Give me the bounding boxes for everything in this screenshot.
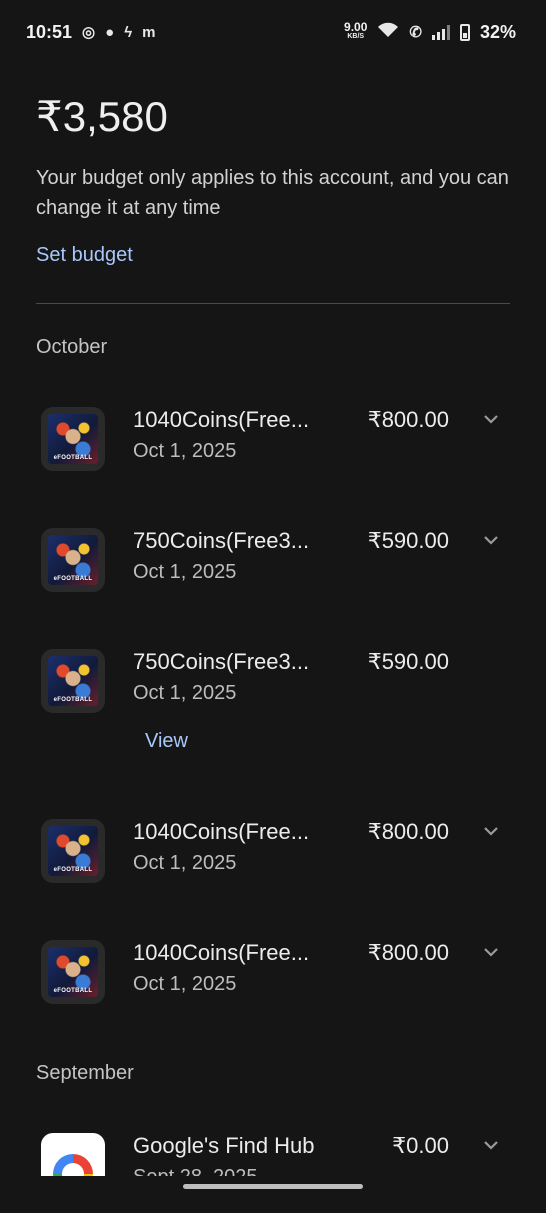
status-bar: 10:51 ◎ ● ϟ m 9.00 KB/S ✆ 32%	[0, 0, 546, 64]
signal-icon	[431, 24, 450, 40]
item-title: Google's Find Hub	[133, 1133, 315, 1158]
view-button[interactable]: View	[145, 730, 188, 753]
item-date: Oct 1, 2025	[133, 852, 237, 874]
item-date: Oct 1, 2025	[133, 682, 237, 704]
app-thumbnail: eFOOTBALL	[41, 407, 105, 471]
purchase-row[interactable]: Google's Find Hub Sept 28, 2025 ₹0.00	[0, 1133, 546, 1213]
item-price: ₹800.00	[367, 940, 449, 965]
call-icon: ✆	[409, 24, 422, 41]
chevron-down-icon[interactable]	[481, 821, 501, 841]
app-thumbnail: eFOOTBALL	[41, 649, 105, 713]
item-title: 1040Coins(Free...	[133, 819, 310, 844]
item-title: 750Coins(Free3...	[133, 528, 310, 553]
item-title: 750Coins(Free3...	[133, 649, 310, 674]
home-gesture-handle[interactable]	[183, 1184, 363, 1189]
set-budget-link[interactable]: Set budget	[36, 244, 133, 267]
item-date: Oct 1, 2025	[133, 440, 237, 462]
section-label-september: September	[36, 1062, 134, 1084]
item-date: Oct 1, 2025	[133, 561, 237, 583]
chevron-down-icon[interactable]	[481, 409, 501, 429]
whatsapp-icon: ◎	[82, 24, 96, 41]
m-icon: m	[142, 23, 156, 41]
item-price: ₹0.00	[392, 1133, 449, 1158]
item-price: ₹800.00	[367, 407, 449, 432]
item-title: 1040Coins(Free...	[133, 940, 310, 965]
section-label-october: October	[36, 336, 108, 358]
app-thumbnail: eFOOTBALL	[41, 940, 105, 1004]
wifi-icon	[377, 22, 399, 42]
thumbnail-caption: eFOOTBALL	[53, 455, 93, 461]
bolt-icon: ϟ	[124, 23, 133, 41]
thumbnail-caption: eFOOTBALL	[53, 988, 93, 994]
purchase-row[interactable]: eFOOTBALL 750Coins(Free3... Oct 1, 2025 …	[0, 649, 546, 729]
budget-amount: ₹3,580	[36, 93, 168, 140]
app-thumbnail: eFOOTBALL	[41, 528, 105, 592]
gesture-nav-bar	[0, 1176, 546, 1200]
item-price: ₹590.00	[367, 649, 449, 674]
purchase-row[interactable]: eFOOTBALL 1040Coins(Free... Oct 1, 2025 …	[0, 819, 546, 899]
item-price: ₹590.00	[367, 528, 449, 553]
purchase-row[interactable]: eFOOTBALL 1040Coins(Free... Oct 1, 2025 …	[0, 407, 546, 487]
budget-note: Your budget only applies to this account…	[36, 167, 509, 219]
net-speed: 9.00 KB/S	[344, 20, 368, 40]
chevron-down-icon[interactable]	[481, 530, 501, 550]
thumbnail-caption: eFOOTBALL	[53, 867, 93, 873]
item-date: Oct 1, 2025	[133, 973, 237, 995]
thumbnail-caption: eFOOTBALL	[53, 576, 93, 582]
item-title: 1040Coins(Free...	[133, 407, 310, 432]
chevron-down-icon[interactable]	[481, 1135, 501, 1155]
item-price: ₹800.00	[367, 819, 449, 844]
chevron-down-icon[interactable]	[481, 942, 501, 962]
purchase-row[interactable]: eFOOTBALL 750Coins(Free3... Oct 1, 2025 …	[0, 528, 546, 608]
purchase-row[interactable]: eFOOTBALL 1040Coins(Free... Oct 1, 2025 …	[0, 940, 546, 1020]
clock: 10:51	[26, 21, 73, 42]
battery-percent: 32%	[479, 21, 516, 42]
app-thumbnail: eFOOTBALL	[41, 819, 105, 883]
divider	[36, 303, 510, 304]
chat-icon: ●	[105, 23, 115, 41]
battery-icon	[459, 23, 470, 41]
thumbnail-caption: eFOOTBALL	[53, 697, 93, 703]
